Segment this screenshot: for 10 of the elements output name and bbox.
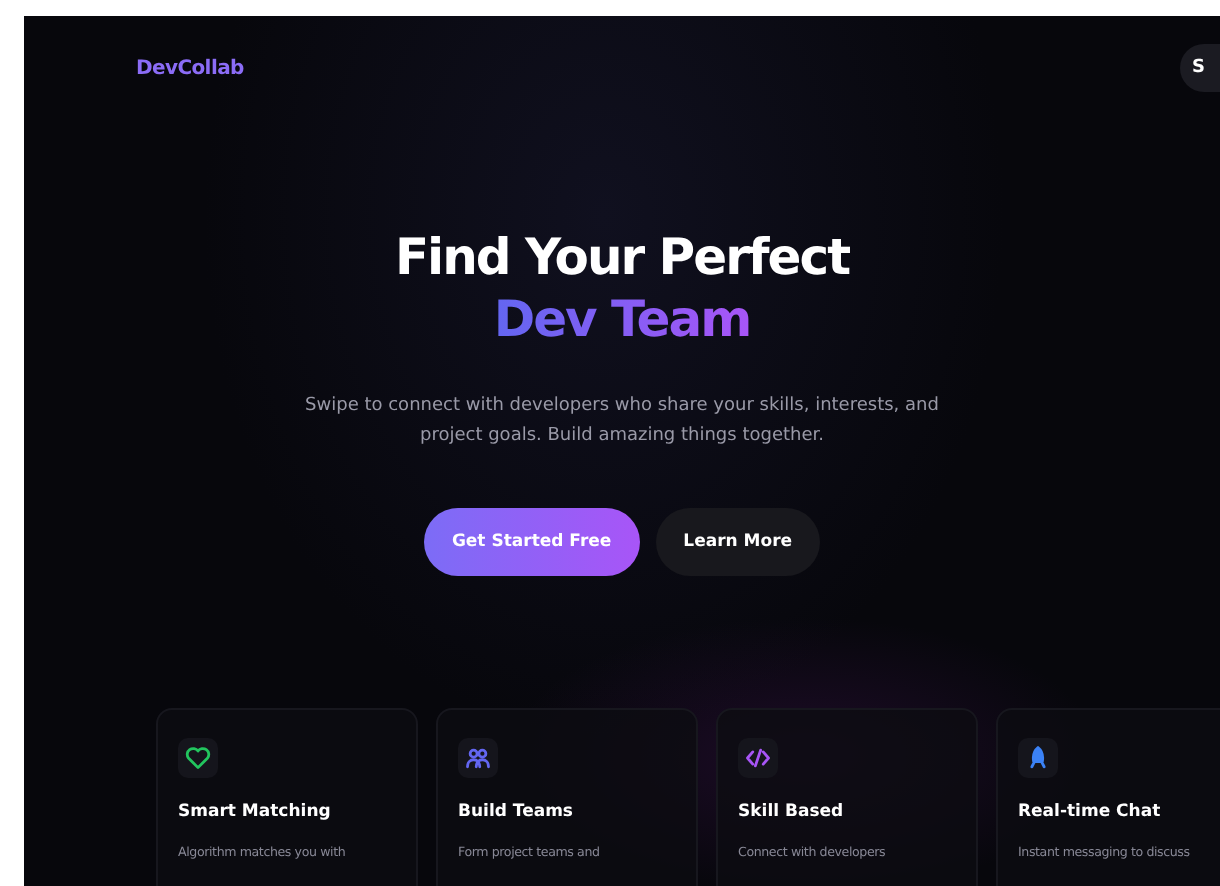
get-started-button[interactable]: Get Started Free: [423, 508, 640, 576]
feature-title: Build Teams: [458, 802, 575, 822]
hero-title: Find Your Perfect: [394, 228, 850, 288]
nav-button[interactable]: S: [1180, 44, 1220, 92]
feature-title: Smart Matching: [178, 802, 333, 822]
feature-title: Real-time Chat: [1018, 802, 1163, 822]
learn-more-button[interactable]: Learn More: [655, 508, 821, 576]
brand-logo[interactable]: DevCollab: [136, 57, 244, 79]
feature-title: Skill Based: [738, 802, 846, 822]
hero-subtitle: Swipe to connect with developers who share your skills, interests, and project goals. Build amazing things together.: [303, 394, 941, 450]
